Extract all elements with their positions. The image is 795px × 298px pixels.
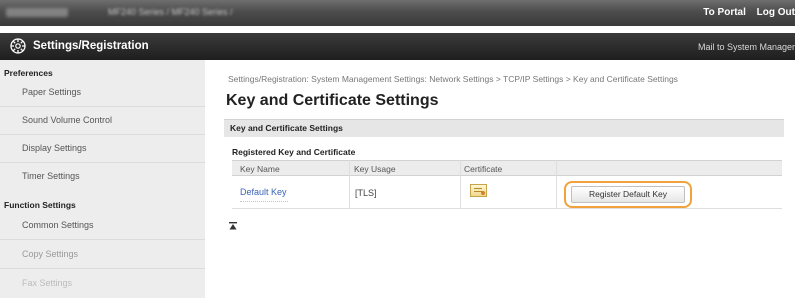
default-key-link[interactable]: Default Key	[240, 187, 287, 197]
table-header: Key Name Key Usage Certificate	[232, 160, 782, 176]
sidebar-item-common-settings[interactable]: Common Settings	[22, 220, 94, 230]
register-default-key-highlight[interactable]: Register Default Key	[564, 181, 692, 208]
app-title: Settings/Registration	[33, 40, 149, 52]
breadcrumb: Settings/Registration: System Management…	[228, 74, 678, 84]
back-to-top-icon[interactable]	[229, 222, 237, 230]
sidebar-item-sound-volume[interactable]: Sound Volume Control	[22, 115, 112, 125]
title-bar: Settings/Registration Mail to System Man…	[0, 33, 795, 60]
section-header: Key and Certificate Settings	[224, 119, 784, 137]
section-title: Key and Certificate Settings	[230, 123, 343, 133]
top-links: To Portal Log Out	[695, 7, 795, 18]
page-title: Key and Certificate Settings	[226, 92, 439, 109]
top-bar: MF240 Series / MF240 Series / To Portal …	[0, 0, 795, 26]
header-key-name: Key Name	[240, 164, 280, 174]
table-title: Registered Key and Certificate	[232, 147, 356, 157]
preferences-heading: Preferences	[4, 68, 53, 78]
header-certificate: Certificate	[464, 164, 503, 174]
certificate-icon[interactable]	[470, 184, 487, 197]
sidebar-item-paper-settings[interactable]: Paper Settings	[22, 87, 81, 97]
key-usage-value: [TLS]	[355, 188, 377, 198]
sidebar-item-display-settings[interactable]: Display Settings	[22, 143, 87, 153]
sidebar-item-fax-settings[interactable]: Fax Settings	[22, 278, 72, 288]
register-default-key-button[interactable]: Register Default Key	[571, 186, 685, 203]
header-key-usage: Key Usage	[354, 164, 396, 174]
device-name	[6, 8, 68, 17]
function-settings-heading: Function Settings	[4, 200, 76, 210]
to-portal-link[interactable]: To Portal	[703, 7, 746, 18]
log-out-link[interactable]: Log Out	[757, 7, 795, 18]
settings-gear-icon	[10, 38, 26, 54]
sidebar-item-copy-settings[interactable]: Copy Settings	[22, 249, 78, 259]
sidebar-item-timer-settings[interactable]: Timer Settings	[22, 171, 80, 181]
sidebar: Preferences Paper Settings Sound Volume …	[0, 60, 205, 298]
mail-system-manager-link[interactable]: Mail to System Manager	[698, 42, 795, 52]
model-name: MF240 Series / MF240 Series /	[108, 7, 233, 17]
